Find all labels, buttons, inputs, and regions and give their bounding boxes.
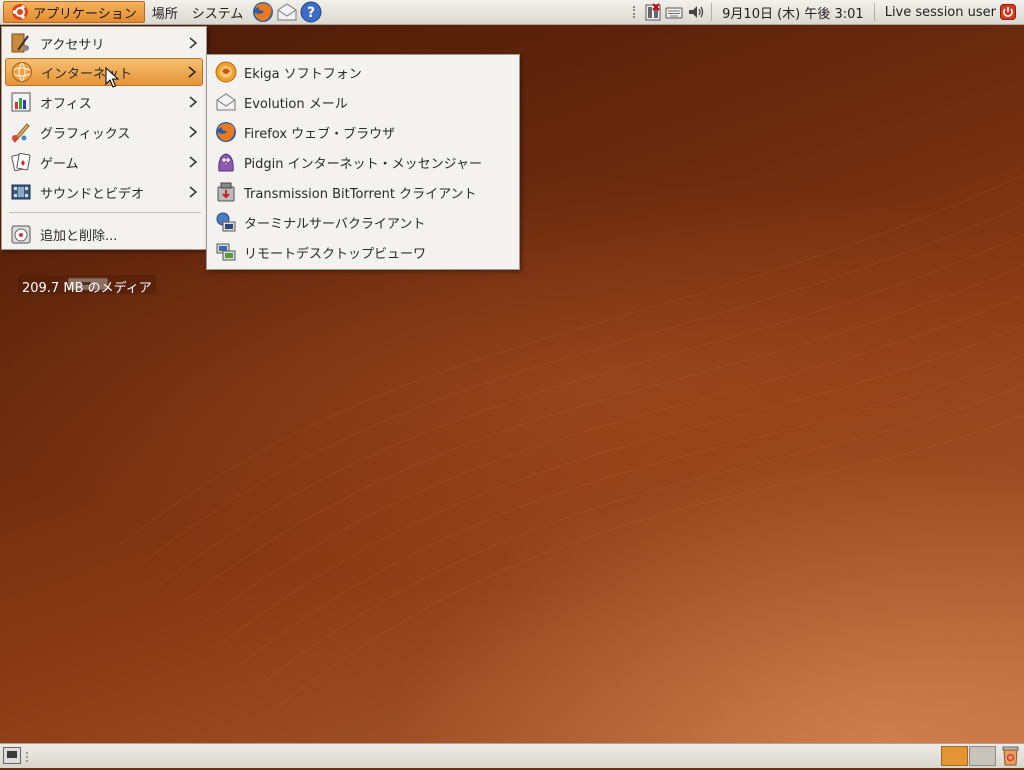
clock[interactable]: 9月10日 (木) 午後 3:01 bbox=[718, 3, 868, 22]
transmission-icon bbox=[215, 181, 237, 203]
applications-menu[interactable]: アプリケーション bbox=[3, 1, 145, 23]
show-desktop-icon[interactable] bbox=[3, 747, 21, 764]
submenu-item-ekiga[interactable]: Ekiga ソフトフォン bbox=[210, 57, 516, 87]
accessories-icon bbox=[10, 32, 32, 54]
menu-item-label: 追加と削除... bbox=[40, 228, 118, 244]
menu-item-sound-video[interactable]: サウンドとビデオ bbox=[5, 178, 203, 206]
internet-icon bbox=[11, 61, 33, 83]
pidgin-icon bbox=[215, 151, 237, 173]
ubuntu-logo-icon bbox=[11, 3, 29, 21]
bottom-panel bbox=[0, 743, 1024, 768]
network-disconnected-icon[interactable] bbox=[645, 3, 661, 21]
workspace-1[interactable] bbox=[941, 746, 968, 766]
firefox-icon bbox=[215, 121, 237, 143]
ekiga-icon bbox=[215, 61, 237, 83]
submenu-item-remote-desktop-viewer[interactable]: リモートデスクトップビューワ bbox=[210, 237, 516, 267]
system-tray: 9月10日 (木) 午後 3:01 Live session user bbox=[633, 0, 1024, 24]
add-remove-icon bbox=[10, 223, 32, 245]
office-icon bbox=[10, 91, 32, 113]
chevron-right-icon bbox=[186, 36, 200, 50]
terminal-server-client-icon bbox=[215, 211, 237, 233]
panel-grip-icon bbox=[633, 6, 639, 18]
places-menu[interactable]: 場所 bbox=[145, 0, 185, 24]
applications-menu-label: アプリケーション bbox=[33, 6, 137, 22]
games-icon bbox=[10, 151, 32, 173]
submenu-item-label: ターミナルサーバクライアント bbox=[244, 216, 426, 232]
system-menu[interactable]: システム bbox=[185, 0, 251, 24]
submenu-item-firefox[interactable]: Firefox ウェブ・ブラウザ bbox=[210, 117, 516, 147]
submenu-item-pidgin[interactable]: Pidgin インターネット・メッセンジャー bbox=[210, 147, 516, 177]
chevron-right-icon bbox=[186, 155, 200, 169]
menu-item-internet[interactable]: インターネット bbox=[5, 58, 203, 86]
remote-desktop-viewer-icon bbox=[215, 241, 237, 263]
menu-separator bbox=[9, 212, 201, 213]
graphics-icon bbox=[10, 121, 32, 143]
evolution-mail-icon[interactable] bbox=[276, 1, 298, 23]
submenu-item-label: Evolution メール bbox=[244, 96, 348, 112]
submenu-item-terminal-server-client[interactable]: ターミナルサーバクライアント bbox=[210, 207, 516, 237]
chevron-right-icon bbox=[185, 65, 199, 79]
chevron-right-icon bbox=[186, 185, 200, 199]
submenu-item-evolution[interactable]: Evolution メール bbox=[210, 87, 516, 117]
menu-item-add-remove[interactable]: 追加と削除... bbox=[5, 220, 203, 248]
svg-text:?: ? bbox=[307, 5, 315, 21]
power-icon[interactable] bbox=[1000, 4, 1016, 20]
tray-separator bbox=[873, 3, 875, 21]
user-switcher[interactable]: Live session user bbox=[881, 5, 1000, 20]
submenu-item-label: Transmission BitTorrent クライアント bbox=[244, 186, 477, 202]
firefox-icon[interactable] bbox=[252, 1, 274, 23]
top-panel: アプリケーション 場所 システム ? 9月10日 (木) 午後 3:01 Liv… bbox=[0, 0, 1024, 25]
submenu-item-label: Ekiga ソフトフォン bbox=[244, 66, 362, 82]
menu-item-label: オフィス bbox=[40, 96, 92, 112]
menu-item-label: アクセサリ bbox=[40, 37, 105, 53]
chevron-right-icon bbox=[186, 95, 200, 109]
volume-label[interactable]: 209.7 MB のメディア bbox=[18, 275, 156, 296]
mouse-cursor-icon bbox=[105, 66, 120, 89]
applications-dropdown: アクセサリ インターネット オフィス グラフィックス ゲーム サウンドとビデオ … bbox=[1, 26, 207, 250]
menu-item-games[interactable]: ゲーム bbox=[5, 148, 203, 176]
submenu-item-label: リモートデスクトップビューワ bbox=[244, 246, 427, 262]
trash-icon[interactable] bbox=[1001, 746, 1020, 766]
menu-item-accessories[interactable]: アクセサリ bbox=[5, 29, 203, 57]
system-menu-label: システム bbox=[191, 6, 244, 22]
tray-separator bbox=[711, 3, 713, 21]
submenu-item-label: Firefox ウェブ・ブラウザ bbox=[244, 126, 396, 142]
evolution-mail-icon bbox=[215, 91, 237, 113]
menu-item-graphics[interactable]: グラフィックス bbox=[5, 118, 203, 146]
internet-submenu: Ekiga ソフトフォン Evolution メール Firefox ウェブ・ブ… bbox=[206, 54, 520, 270]
places-menu-label: 場所 bbox=[151, 6, 178, 22]
menu-item-label: グラフィックス bbox=[40, 126, 131, 142]
chevron-right-icon bbox=[186, 125, 200, 139]
submenu-item-label: Pidgin インターネット・メッセンジャー bbox=[244, 156, 483, 172]
volume-icon[interactable] bbox=[687, 4, 705, 20]
help-icon[interactable]: ? bbox=[300, 1, 322, 23]
workspace-2[interactable] bbox=[969, 746, 996, 766]
menu-item-office[interactable]: オフィス bbox=[5, 88, 203, 116]
keyboard-icon[interactable] bbox=[665, 4, 683, 20]
menu-item-label: ゲーム bbox=[40, 156, 79, 172]
panel-grip-icon bbox=[26, 752, 32, 762]
submenu-item-transmission[interactable]: Transmission BitTorrent クライアント bbox=[210, 177, 516, 207]
sound-video-icon bbox=[10, 181, 32, 203]
menu-item-label: サウンドとビデオ bbox=[40, 186, 145, 202]
